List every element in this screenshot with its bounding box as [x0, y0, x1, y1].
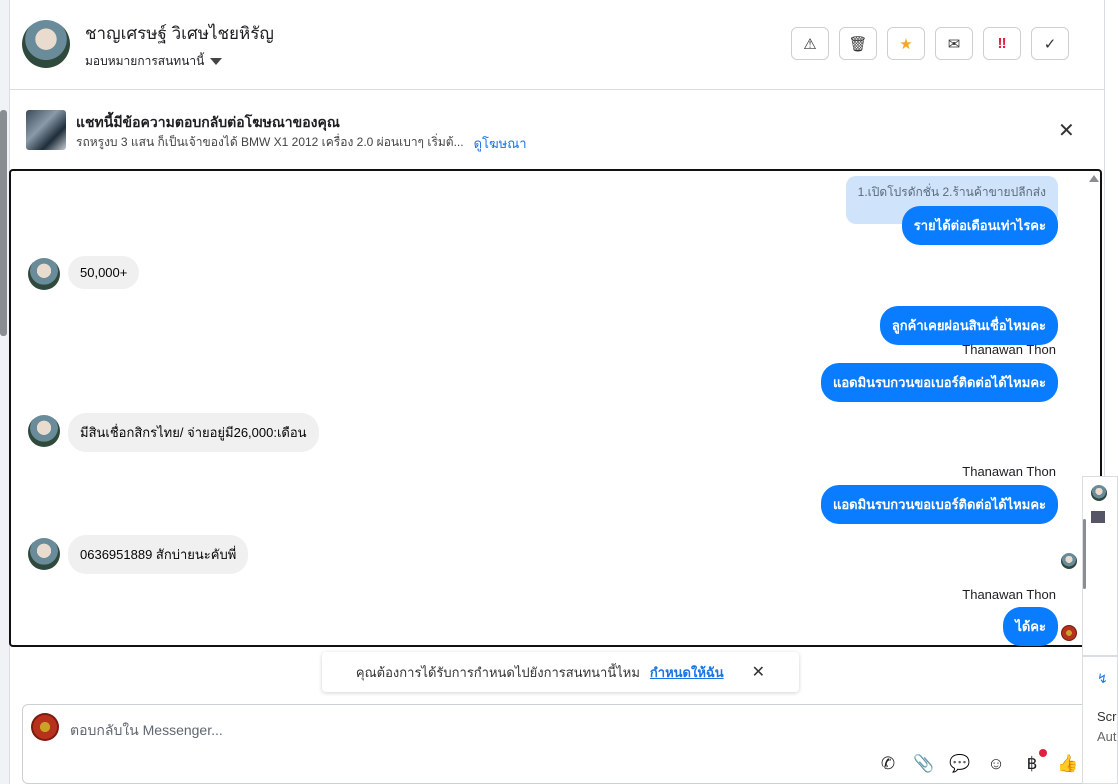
- mark-done-button[interactable]: ✓: [1031, 27, 1069, 60]
- emoji-icon[interactable]: ☺: [985, 753, 1007, 775]
- urgent-icon: ‼: [997, 35, 1007, 52]
- assign-label: มอบหมายการสนทนานี้: [85, 54, 205, 68]
- delete-button[interactable]: 🗑: [839, 27, 877, 60]
- left-scrollbar[interactable]: [0, 110, 7, 336]
- contact-avatar-small: [28, 415, 60, 447]
- assign-dropdown[interactable]: มอบหมายการสนทนานี้: [85, 52, 223, 71]
- outgoing-message[interactable]: ลูกค้าเคยผ่อนสินเชื่อไหมคะ: [879, 306, 1058, 345]
- seen-avatar: [1061, 553, 1077, 569]
- incoming-message[interactable]: 50,000+: [68, 256, 140, 289]
- call-icon[interactable]: ✆: [877, 753, 899, 775]
- saved-reply-icon[interactable]: 💬: [949, 753, 971, 775]
- caret-down-icon: [210, 58, 223, 65]
- mini-scrollbar[interactable]: [1083, 519, 1086, 589]
- contact-avatar[interactable]: [22, 20, 70, 68]
- contact-avatar-small: [28, 258, 60, 290]
- assign-toast-text: คุณต้องการได้รับการกำหนดไปยังการสนทนานี้…: [355, 664, 640, 680]
- envelope-icon: ✉: [947, 35, 961, 53]
- side-panel-icon: ↯: [1097, 671, 1108, 686]
- star-icon: ★: [899, 35, 913, 53]
- outgoing-message[interactable]: แอดมินรบกวนขอเบอร์ติดต่อได้ไหมคะ: [820, 485, 1058, 524]
- mini-chat-thumbnail: [1091, 511, 1105, 523]
- side-info-panel: ↯ Scr Aut: [1082, 656, 1118, 784]
- sender-name: Thanawan Thon: [962, 342, 1056, 357]
- incoming-message[interactable]: มีสินเชื่อกสิกรไทย/ จ่ายอยู่มี26,000:เดื…: [68, 413, 319, 452]
- close-icon[interactable]: ✕: [1058, 118, 1075, 143]
- side-panel-line-1: Scr: [1097, 709, 1117, 724]
- payment-baht-icon[interactable]: ฿: [1021, 753, 1043, 775]
- mark-spam-button[interactable]: ⚠: [791, 27, 829, 60]
- sender-name: Thanawan Thon: [962, 464, 1056, 479]
- close-icon[interactable]: ✕: [752, 662, 765, 682]
- mini-chat-avatar: [1091, 485, 1107, 501]
- contact-avatar-small: [28, 538, 60, 570]
- read-receipt-avatar: [1061, 625, 1077, 641]
- ad-thumbnail[interactable]: [26, 110, 66, 150]
- incoming-message[interactable]: 0636951889 สักบ่ายนะคับพี่: [68, 535, 249, 574]
- ad-banner-title: แชทนี้มีข้อความตอบกลับต่อโฆษณาของคุณ: [76, 114, 340, 130]
- ad-subtitle: รถหรูงบ 3 แสน ก็เป็นเจ้าของได้ BMW X1 20…: [76, 135, 464, 149]
- thumbs-up-icon[interactable]: 👍: [1057, 753, 1079, 775]
- mini-chat-list-panel[interactable]: [1082, 476, 1118, 656]
- page-avatar: [31, 713, 59, 741]
- view-ad-link[interactable]: ดูโฆษณา: [474, 133, 527, 154]
- sender-name: Thanawan Thon: [962, 587, 1056, 602]
- outgoing-message[interactable]: แอดมินรบกวนขอเบอร์ติดต่อได้ไหมคะ: [820, 363, 1058, 402]
- outgoing-message[interactable]: ได้คะ: [1003, 607, 1058, 646]
- trash-icon: 🗑: [848, 35, 868, 53]
- reply-input[interactable]: ตอบกลับใน Messenger...: [70, 720, 223, 742]
- side-panel-line-2: Aut: [1097, 729, 1117, 744]
- scroll-up-arrow-icon[interactable]: [1089, 175, 1099, 182]
- attachment-icon[interactable]: 📎: [913, 753, 935, 775]
- outgoing-message[interactable]: รายได้ต่อเดือนเท่าไรคะ: [901, 206, 1058, 245]
- assign-toast: คุณต้องการได้รับการกำหนดไปยังการสนทนานี้…: [322, 652, 799, 692]
- notification-dot: [1039, 749, 1047, 757]
- check-icon: ✓: [1043, 35, 1057, 53]
- mark-unread-button[interactable]: ✉: [935, 27, 973, 60]
- star-button[interactable]: ★: [887, 27, 925, 60]
- ad-banner-subtitle-row: รถหรูงบ 3 แสน ก็เป็นเจ้าของได้ BMW X1 20…: [76, 133, 527, 154]
- warning-icon: ⚠: [803, 35, 817, 53]
- assign-to-me-link[interactable]: กำหนดให้ฉัน: [650, 662, 724, 683]
- contact-name[interactable]: ชาญเศรษฐ์ วิเศษไชยหิรัญ: [85, 20, 274, 47]
- follow-up-button[interactable]: ‼: [983, 27, 1021, 60]
